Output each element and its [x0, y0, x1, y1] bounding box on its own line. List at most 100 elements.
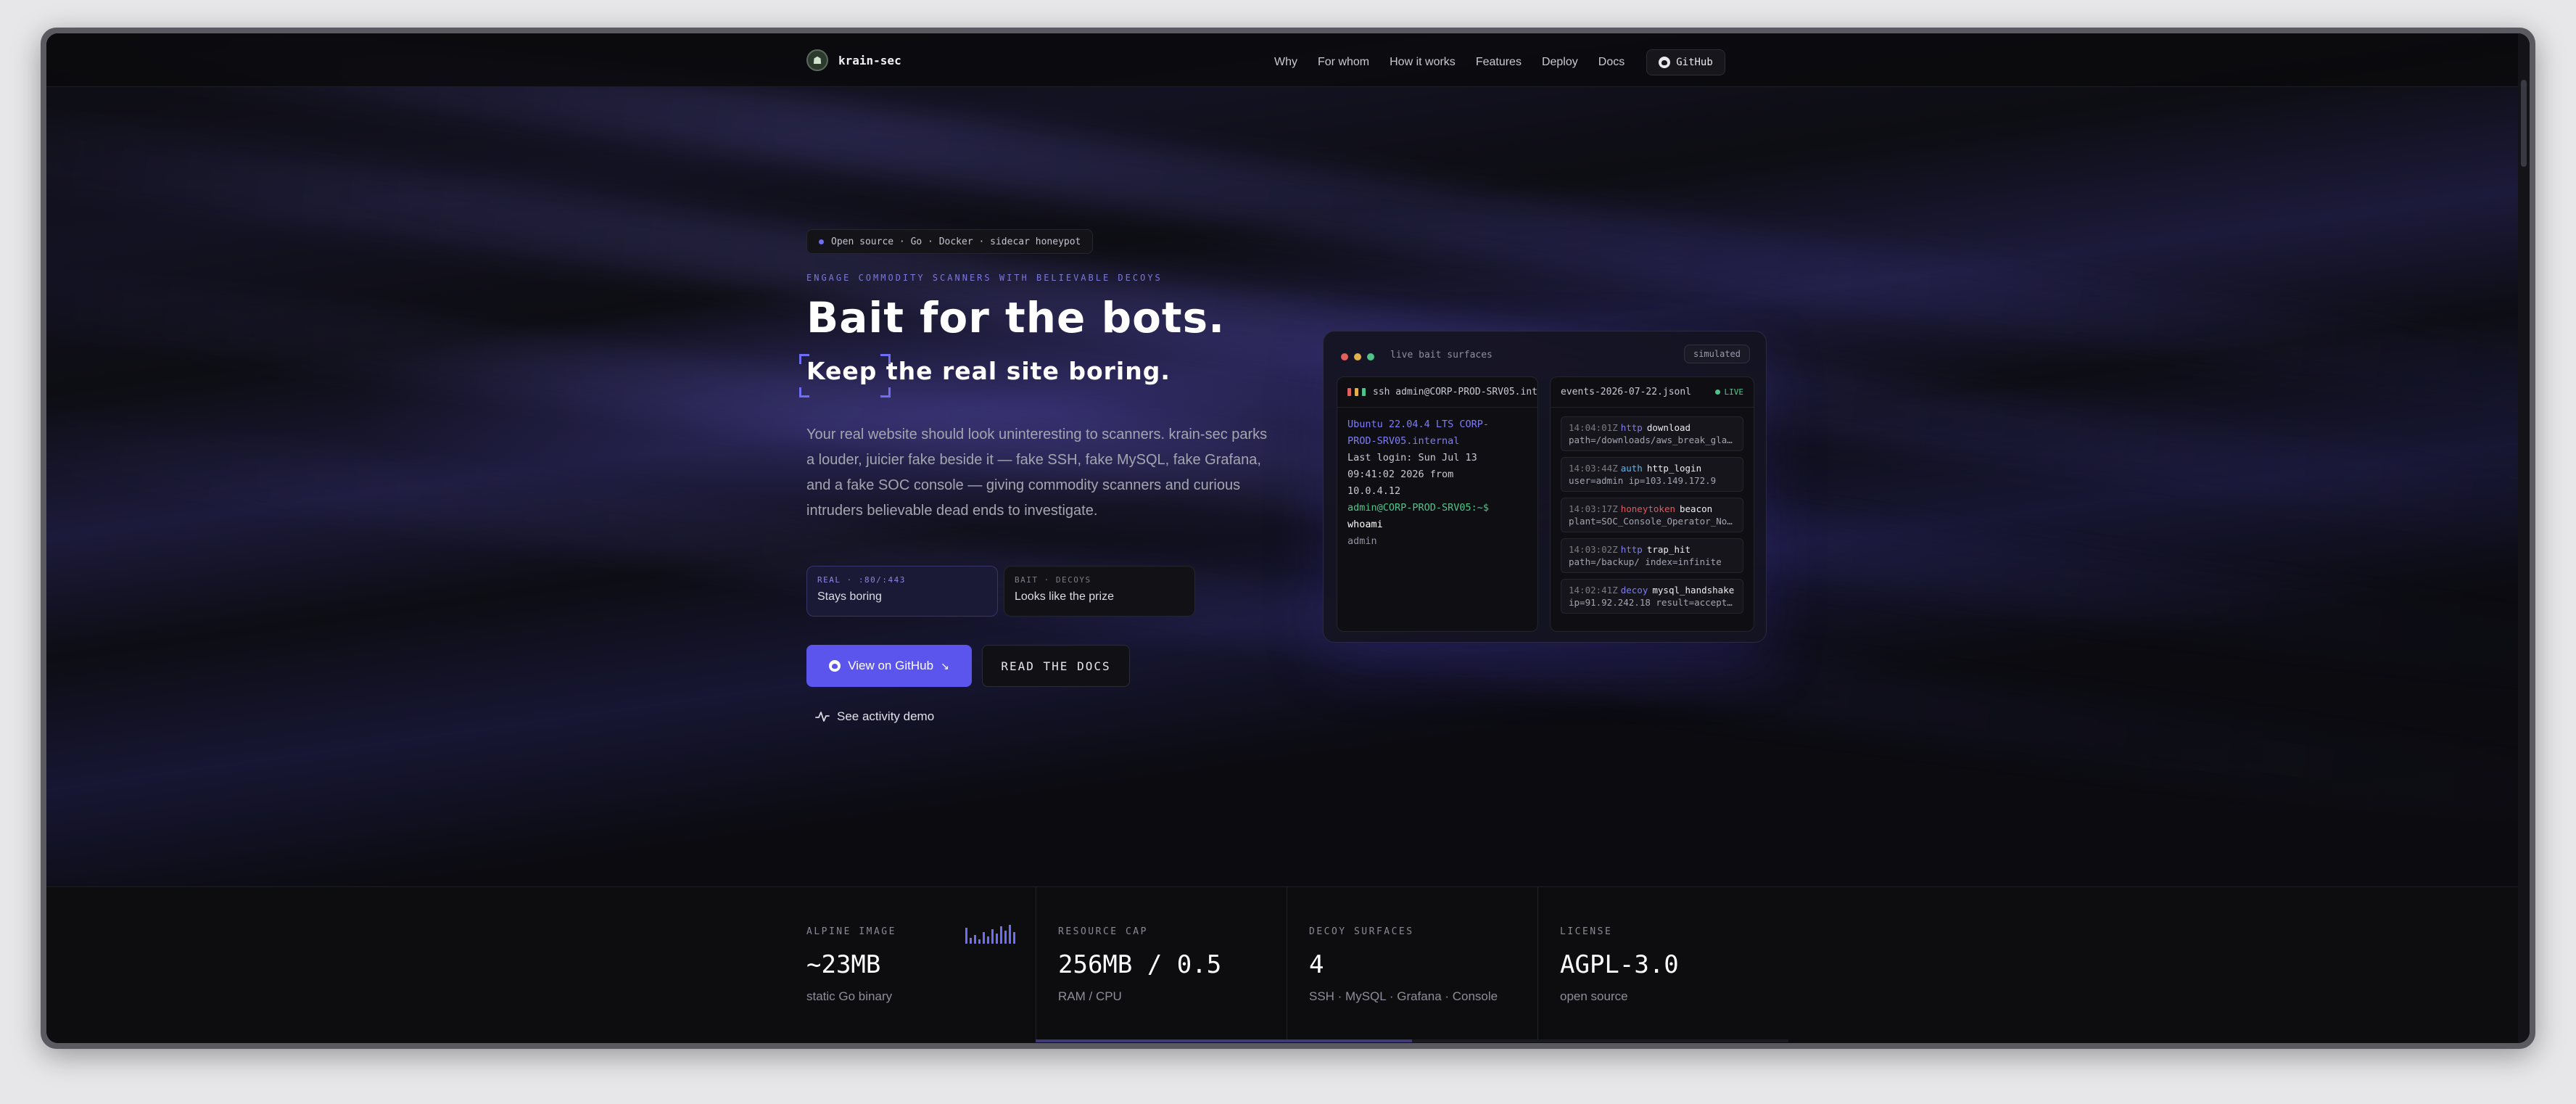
nav-github-label: GitHub: [1676, 57, 1713, 68]
stats-progress-fill: [1036, 1039, 1412, 1042]
brand-name: krain-sec: [838, 53, 901, 67]
stat-value: 256MB / 0.5: [1058, 950, 1222, 979]
stat-value: ~23MB: [806, 950, 881, 979]
ssh-pane-header: ssh admin@CORP-PROD-SRV05.internal: [1337, 377, 1537, 408]
maximize-dot-icon: [1367, 353, 1374, 361]
stat-alpine-image: ALPINE IMAGE ~23MB static Go binary: [785, 887, 1036, 1039]
ssh-pane-title: ssh admin@CORP-PROD-SRV05.internal: [1373, 387, 1537, 397]
github-icon: [1659, 57, 1671, 68]
stats-progress-bar: [1036, 1039, 1788, 1042]
tagline-pill: Open source · Go · Docker · sidecar hone…: [806, 229, 1094, 254]
nav-github-button[interactable]: GitHub: [1646, 49, 1725, 75]
stat-resource-cap: RESOURCE CAP 256MB / 0.5 RAM / CPU: [1036, 887, 1287, 1039]
event-time: 14:04:01Z: [1569, 422, 1618, 433]
page-scrollbar[interactable]: [2518, 33, 2530, 1043]
events-list: 14:04:01Z http download path=/downloads/aws…: [1551, 408, 1754, 614]
stat-sub: open source: [1560, 989, 1628, 1003]
live-label: LIVE: [1724, 387, 1744, 397]
view-on-github-label: View on GitHub: [848, 659, 934, 672]
see-activity-demo-link[interactable]: See activity demo: [815, 709, 934, 724]
stat-decoy-surfaces: DECOY SURFACES 4 SSH · MySQL · Grafana ·…: [1287, 887, 1537, 1039]
arrow-down-right-icon: ↘: [941, 659, 949, 672]
event-detail: path=/backup/ index=infinite: [1569, 556, 1722, 567]
event-detail: plant=SOC_Console_Operator_Notes: [1569, 516, 1735, 527]
bait-card-key: BAIT · DECOYS: [1015, 575, 1091, 585]
mode-cards: REAL · :80/:443 Stays boring BAIT · DECO…: [806, 566, 1195, 617]
brand-logo-icon: ☗: [806, 49, 828, 71]
bait-decoys-card: BAIT · DECOYS Looks like the prize: [1004, 566, 1195, 617]
nav-link-docs[interactable]: Docs: [1598, 56, 1625, 69]
ssh-line: Ubuntu 22.04.4 LTS CORP-: [1347, 419, 1490, 430]
events-pane-header: events-2026-07-22.jsonl LIVE: [1551, 377, 1754, 408]
hero-title: Bait for the bots.: [806, 293, 1226, 342]
event-action: trap_hit: [1646, 544, 1691, 555]
pill-text: Open source · Go · Docker · sidecar hone…: [831, 236, 1081, 247]
close-dot-icon: [1341, 353, 1348, 361]
top-nav: ☗ krain-sec Why For whom How it works Fe…: [46, 33, 2530, 87]
ssh-line: 09:41:02 2026 from: [1347, 469, 1454, 480]
window-controls: [1341, 353, 1374, 361]
event-detail: user=admin ip=103.149.172.9: [1569, 475, 1717, 486]
stat-sub: RAM / CPU: [1058, 989, 1122, 1003]
see-activity-demo-label: See activity demo: [837, 709, 935, 723]
hero-subtitle: Keep the real site boring.: [806, 357, 1171, 385]
live-bait-panel: live bait surfaces simulated ssh admin@C…: [1323, 331, 1767, 643]
events-pane-title: events-2026-07-22.jsonl: [1561, 387, 1692, 397]
github-icon: [829, 660, 841, 672]
nav-link-why[interactable]: Why: [1274, 56, 1297, 69]
event-action: download: [1646, 422, 1691, 433]
brand[interactable]: ☗ krain-sec: [806, 49, 901, 71]
event-time: 14:02:41Z: [1569, 585, 1618, 596]
stats-strip: ALPINE IMAGE ~23MB static Go binary RESO…: [46, 886, 2530, 1043]
panel-title: live bait surfaces: [1390, 350, 1493, 361]
event-row: 14:04:01Z http download path=/downloads/aws…: [1561, 416, 1743, 451]
real-site-card: REAL · :80/:443 Stays boring: [806, 566, 998, 617]
stat-license: LICENSE AGPL-3.0 open source: [1537, 887, 1788, 1039]
ssh-terminal-output: Ubuntu 22.04.4 LTS CORP- PROD-SRV05.inter…: [1337, 408, 1537, 559]
pill-dot-icon: [819, 239, 824, 244]
hero-background: [46, 33, 2530, 886]
stat-sub: static Go binary: [806, 989, 893, 1003]
event-time: 14:03:44Z: [1569, 463, 1618, 474]
events-pane: events-2026-07-22.jsonl LIVE 14:04:01Z ht…: [1550, 376, 1754, 632]
hero-eyebrow: ENGAGE COMMODITY SCANNERS WITH BELIEVABL…: [806, 273, 1163, 283]
stat-label: LICENSE: [1560, 926, 1613, 937]
event-action: http_login: [1646, 463, 1702, 474]
event-row: 14:03:02Z http trap_hit path=/backup/ index…: [1561, 538, 1743, 573]
event-type: decoy: [1620, 585, 1648, 596]
scrollbar-thumb[interactable]: [2521, 80, 2527, 167]
bracket-corner-icon: [799, 387, 809, 397]
event-detail: path=/downloads/aws_break_glass.txt: [1569, 434, 1735, 445]
view-on-github-button[interactable]: View on GitHub ↘: [806, 645, 972, 687]
ssh-line: PROD-SRV05.internal: [1347, 435, 1460, 447]
event-detail: ip=91.92.242.18 result=accepted: [1569, 597, 1735, 608]
event-type: honeytoken: [1620, 503, 1675, 514]
sparkline-icon: [965, 923, 1015, 944]
event-action: mysql_handshake: [1652, 585, 1735, 596]
nav-link-deploy[interactable]: Deploy: [1542, 56, 1578, 69]
bait-card-value: Looks like the prize: [1015, 590, 1114, 603]
event-time: 14:03:17Z: [1569, 503, 1618, 514]
event-type: auth: [1620, 463, 1643, 474]
event-type: http: [1620, 544, 1643, 555]
stat-label: DECOY SURFACES: [1309, 926, 1414, 937]
activity-pulse-icon: [815, 712, 830, 722]
read-the-docs-button[interactable]: READ THE DOCS: [982, 645, 1130, 687]
ssh-line: Last login: Sun Jul 13: [1347, 452, 1477, 464]
event-row: 14:03:17Z honeytoken beacon plant=SOC_Conso…: [1561, 498, 1743, 532]
nav-link-features[interactable]: Features: [1476, 56, 1522, 69]
bracket-corner-icon: [799, 354, 809, 364]
ssh-line: admin@CORP-PROD-SRV05:~$: [1347, 502, 1490, 514]
event-time: 14:03:02Z: [1569, 544, 1618, 555]
nav-link-for-whom[interactable]: For whom: [1318, 56, 1369, 69]
event-type: http: [1620, 422, 1643, 433]
simulated-badge: simulated: [1683, 345, 1750, 363]
live-indicator: LIVE: [1714, 387, 1744, 397]
bracket-corner-icon: [880, 387, 891, 397]
nav-link-how-it-works[interactable]: How it works: [1390, 56, 1456, 69]
stat-label: RESOURCE CAP: [1058, 926, 1148, 937]
stat-value: AGPL-3.0: [1560, 950, 1679, 979]
stat-value: 4: [1309, 950, 1324, 979]
terminal-indicator-icon: [1347, 388, 1366, 396]
live-dot-icon: [1714, 390, 1720, 395]
